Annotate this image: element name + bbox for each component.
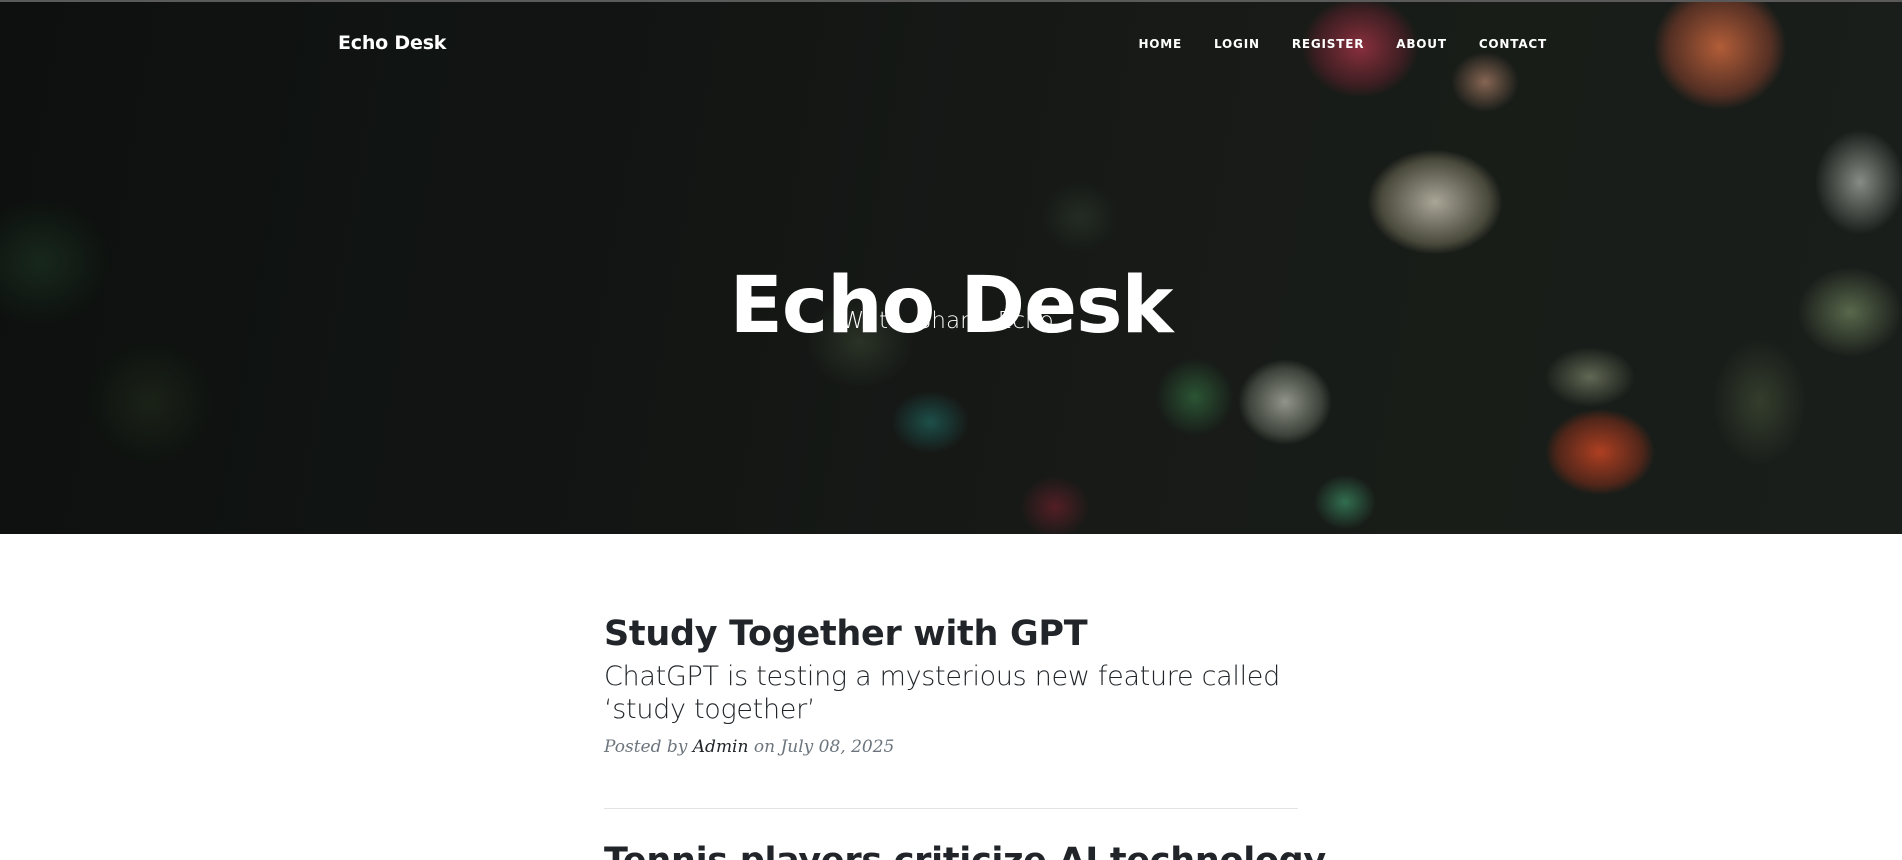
date-prefix: on — [753, 737, 776, 757]
navbar: Echo Desk HOME LOGIN REGISTER ABOUT CONT… — [0, 2, 1902, 88]
posted-by-label: Posted by — [604, 737, 688, 757]
post-preview: Study Together with GPT ChatGPT is testi… — [604, 612, 1298, 809]
nav-home-link[interactable]: HOME — [1138, 37, 1182, 51]
brand-link[interactable]: Echo Desk — [338, 32, 446, 54]
post-author-link[interactable]: Admin — [693, 737, 749, 757]
nav-about-link[interactable]: ABOUT — [1396, 37, 1447, 51]
site-subheading: Write. Share. Echo. — [841, 308, 1061, 334]
nav-login-link[interactable]: LOGIN — [1214, 37, 1260, 51]
nav-contact-link[interactable]: CONTACT — [1479, 37, 1547, 51]
post-meta: Posted by Admin on July 08, 2025 — [604, 737, 1298, 757]
site-heading: Echo Desk — [729, 261, 1174, 352]
post-preview: Tennis players criticize AI technology — [604, 839, 1326, 860]
post-date: July 08, 2025 — [780, 737, 895, 757]
post-subtitle-link[interactable]: ChatGPT is testing a mysterious new feat… — [604, 660, 1298, 726]
post-title-link[interactable]: Study Together with GPT — [604, 612, 1298, 656]
nav-links: HOME LOGIN REGISTER ABOUT CONTACT — [1106, 37, 1547, 51]
nav-register-link[interactable]: REGISTER — [1292, 37, 1364, 51]
hero-header: Echo Desk HOME LOGIN REGISTER ABOUT CONT… — [0, 0, 1902, 534]
post-title-link[interactable]: Tennis players criticize AI technology — [604, 839, 1326, 860]
post-list: Study Together with GPT ChatGPT is testi… — [604, 534, 1326, 860]
